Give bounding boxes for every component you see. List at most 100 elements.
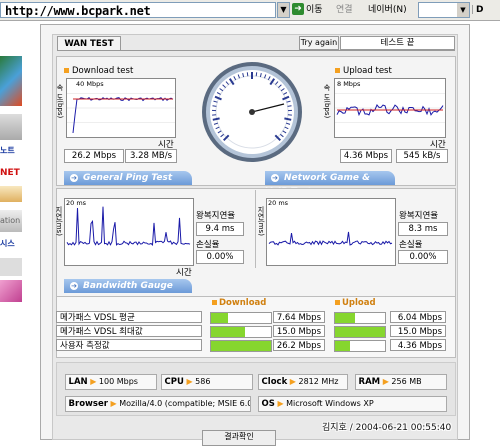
sidebar-spacer: [0, 24, 22, 38]
ram-label: RAM: [359, 377, 381, 387]
sidebar-banner-globe[interactable]: [0, 56, 22, 106]
info-arrow-icon: ▶: [110, 399, 116, 408]
speedometer-tick: [213, 106, 217, 107]
upload-bullet-icon: [335, 68, 340, 73]
sidebar-banner-gray2[interactable]: [0, 258, 22, 276]
clock-info: Clock ▶ 2812 MHz: [258, 374, 348, 390]
upload-speed-value: 4.36 Mbps: [340, 149, 392, 163]
ping-series-line: [67, 207, 190, 245]
ping-latency-label: 왕복지연율: [196, 209, 235, 221]
game-latency-label: 왕복지연율: [399, 209, 438, 221]
upload-y-label: 속 도(bps): [322, 84, 332, 118]
tab-bandwidth-gauge-label: Bandwidth Gauge: [83, 281, 173, 291]
gauge-download-bar-fill: [211, 327, 245, 337]
gauge-download-bar: [210, 340, 272, 352]
sidebar-banner-pink[interactable]: [0, 280, 22, 302]
game-loss-value: 0.00%: [398, 250, 448, 264]
download-y-label: 속 도(bps): [55, 84, 65, 118]
gauge-upload-bar: [334, 326, 386, 338]
ping-latency-value: 9.4 ms: [196, 222, 244, 236]
toolbar-extra-button[interactable]: D: [476, 3, 483, 17]
ping-loss-label: 손실율: [196, 238, 219, 250]
browser-value: Mozilla/4.0 (compatible; MSIE 6.0: [119, 399, 251, 408]
tab-network-game-voip-test[interactable]: ➔Network Game & VoIP Test: [265, 171, 395, 185]
gauge-download-header: Download: [219, 298, 266, 308]
sidebar-item-note[interactable]: 노트: [0, 142, 22, 160]
search-select-dropdown-icon[interactable]: ▼: [457, 3, 469, 17]
gauge-download-value: 15.0 Mbps: [273, 325, 325, 337]
status-field: 테스트 끝: [340, 36, 455, 50]
clock-label: Clock: [262, 377, 288, 387]
tab-general-ping-label: General Ping Test: [83, 173, 172, 183]
gauge-upload-bar: [334, 340, 386, 352]
ping-x-label: 시간: [176, 266, 192, 278]
try-again-button[interactable]: Try again: [299, 36, 339, 50]
upload-header-bullet-icon: [335, 300, 340, 305]
sidebar-item-net[interactable]: NET: [0, 164, 22, 182]
gauge-upload-bar: [334, 312, 386, 324]
sidebar-item-system[interactable]: 시스템: [0, 234, 22, 254]
game-loss-label: 손실율: [399, 238, 422, 250]
naver-toolbar-button[interactable]: 네이버(N): [368, 3, 407, 17]
sidebar-banner-gray[interactable]: [0, 114, 22, 140]
upload-title: Upload test: [343, 66, 392, 76]
tab-general-ping-test[interactable]: ➔ General Ping Test: [64, 171, 192, 185]
gauge-upload-value: 15.0 Mbps: [390, 325, 446, 337]
info-arrow-icon: ▶: [186, 377, 192, 386]
os-value: Microsoft Windows XP: [286, 399, 374, 408]
download-rate-value: 3.28 MB/s: [125, 149, 177, 163]
info-arrow-icon: ▶: [383, 377, 389, 386]
download-header-bullet-icon: [212, 300, 217, 305]
download-scale: 40 Mbps: [76, 80, 104, 88]
os-label: OS: [262, 399, 275, 409]
download-speed-value: 26.2 Mbps: [64, 149, 124, 163]
cpu-info: CPU ▶ 586: [161, 374, 253, 390]
header-divider: [57, 50, 455, 51]
tab-arrow-icon: ➔: [70, 174, 78, 182]
browser-label: Browser: [69, 399, 108, 409]
address-bar[interactable]: http://www.bcpark.net: [0, 2, 276, 18]
gauge-download-bar-fill: [211, 313, 228, 323]
browser-info: Browser ▶ Mozilla/4.0 (compatible; MSIE …: [65, 396, 251, 412]
result-check-button[interactable]: 결과확인: [202, 430, 276, 446]
gauge-download-bar: [210, 326, 272, 338]
game-latency-value: 8.3 ms: [398, 222, 448, 236]
speedometer-tick: [213, 118, 220, 119]
gauge-upload-bar-fill: [335, 327, 385, 337]
gauge-download-value: 26.2 Mbps: [273, 339, 325, 351]
address-text[interactable]: http://www.bcpark.net: [5, 4, 150, 18]
gauge-row-label: 메가패스 VDSL 평균: [56, 311, 202, 323]
speedometer-gauge: [200, 60, 304, 164]
info-arrow-icon: ▶: [90, 377, 96, 386]
gauge-row-label: 메가패스 VDSL 최대값: [56, 325, 202, 337]
download-title: Download test: [72, 66, 133, 76]
gauge-upload-bar-fill: [335, 313, 355, 323]
gauge-upload-bar-fill: [335, 341, 350, 351]
download-series-line: [73, 98, 173, 133]
lan-label: LAN: [69, 377, 88, 387]
tab-arrow-icon: ➔: [70, 282, 78, 290]
upload-scale: 8 Mbps: [337, 80, 360, 88]
lan-info: LAN ▶ 100 Mbps: [65, 374, 157, 390]
game-series-line: [269, 232, 392, 245]
go-button[interactable]: 이동: [306, 3, 323, 17]
game-y-label: 지연(ms): [256, 206, 266, 236]
sidebar-banner-yellow[interactable]: [0, 186, 22, 202]
links-button[interactable]: 연결: [336, 3, 353, 17]
timestamp-watermark: 김지호 / 2004-06-21 00:55:40: [322, 420, 451, 433]
tab-wan-test[interactable]: WAN TEST: [57, 36, 121, 51]
ram-value: 256 MB: [391, 377, 421, 386]
speedometer-tick: [284, 118, 291, 119]
address-dropdown-icon[interactable]: ▼: [277, 2, 290, 18]
go-arrow-icon[interactable]: ➜: [292, 3, 304, 15]
cpu-value: 586: [195, 377, 210, 386]
gauge-download-value: 7.64 Mbps: [273, 311, 325, 323]
ping-chart: [64, 198, 194, 266]
ping-scale: 20 ms: [66, 199, 86, 207]
ping-loss-value: 0.00%: [196, 250, 244, 264]
download-bullet-icon: [64, 68, 69, 73]
game-scale: 20 ms: [268, 199, 288, 207]
gauge-upload-value: 4.36 Mbps: [390, 339, 446, 351]
sidebar-item-ation[interactable]: ation: [0, 210, 22, 232]
tab-bandwidth-gauge[interactable]: ➔ Bandwidth Gauge: [64, 279, 192, 293]
